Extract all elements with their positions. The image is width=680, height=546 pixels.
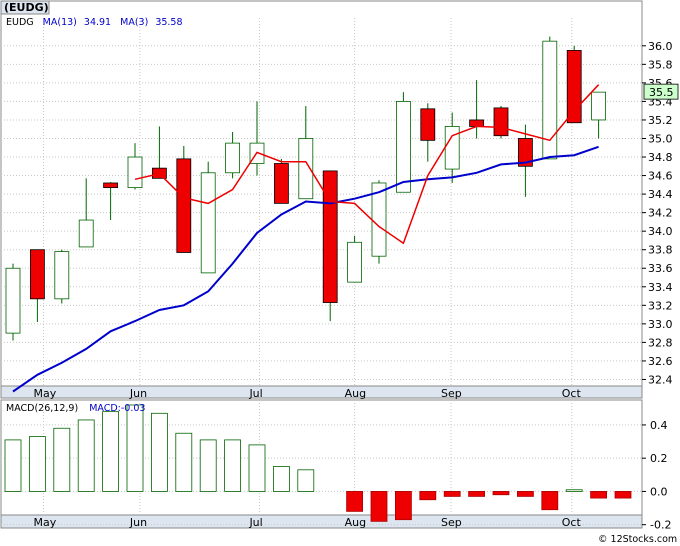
macd-bar-negative [614,491,632,499]
candle-up [5,267,21,334]
last-price-label: 35.5 [649,86,674,99]
macd-tick-label: 0.4 [650,419,668,432]
price-tick-label: 33.2 [648,299,673,312]
price-tick-label: 34.0 [648,225,673,238]
price-tick-label: 32.8 [648,336,673,349]
macd-legend-label: MACD [89,403,117,414]
macd-title: MACD(26,12,9) [6,403,78,414]
price-tick-label: 34.4 [648,188,673,201]
price-month-label: Aug [345,387,366,400]
candle-up [591,91,606,121]
candle-down [566,50,582,124]
macd-bar-positive [28,436,46,492]
macd-bar-positive [248,444,266,492]
candle-down [273,163,289,204]
macd-bar-positive [224,439,242,492]
macd-month-label: Jul [248,516,262,529]
macd-tick-label: 0.2 [650,452,668,465]
price-tick-label: 35.0 [648,132,673,145]
watermark: © 12Stocks.com [598,534,677,545]
legend-ma13-label: MA(13) [43,17,77,28]
price-tick-label: 35.2 [648,114,673,127]
price-x-axis-band [0,385,643,399]
candle-up [200,172,216,274]
macd-bar-positive [297,469,315,492]
price-tick-label: 34.8 [648,151,673,164]
macd-y-axis: 0.4 0.2 0.0 -0.2 [642,419,671,532]
candle-up [78,219,94,248]
candle-up [444,126,460,170]
last-price-marker: 35.5 [643,83,679,100]
candle-up [127,156,143,189]
macd-bar-positive [272,466,290,492]
legend-ma3-value: 35.58 [155,17,182,28]
macd-bar-negative [517,491,534,497]
macd-bar-negative [468,491,486,497]
candle-up [225,142,241,174]
price-tick-label: 36.0 [648,40,673,53]
price-legend: EUDG MA(13) 34.91 MA(3) 35.58 [6,17,183,28]
price-tick-label: 32.4 [648,373,673,386]
price-month-label: May [34,387,57,400]
macd-bar-negative [346,491,364,512]
macd-bar-positive [4,439,22,492]
candle-down [469,119,485,127]
price-tick-label: 33.8 [648,244,673,257]
macd-month-label: May [34,516,57,529]
macd-bar-negative [443,491,461,497]
macd-bar-positive [199,439,217,492]
candle-up [542,40,558,160]
legend-ma3-label: MA(3) [120,17,148,28]
macd-bar-positive [150,412,168,492]
candle-down [103,182,118,189]
macd-bar-negative [541,491,559,511]
macd-tick-label: -0.2 [650,519,671,532]
price-tick-label: 34.6 [648,170,673,183]
candle-down [493,107,509,137]
macd-bar-positive [53,427,71,492]
candle-up [395,101,411,193]
macd-bar-negative [590,491,607,499]
macd-x-axis-band [0,514,643,529]
macd-bar-positive [175,432,193,492]
price-month-label: Jun [129,387,147,400]
price-tick-label: 32.6 [648,355,673,368]
price-tick-label: 33.6 [648,262,673,275]
macd-bar-positive [102,411,119,492]
chart-title: (EUDG) [4,1,49,14]
candle-up [54,251,70,300]
price-month-label: Sep [441,387,462,400]
macd-bar-negative [394,491,412,521]
candle-down [420,108,436,141]
candle-down [29,249,45,300]
macd-legend: MACD(26,12,9) MACD:-0.03 [6,403,145,414]
price-month-label: Oct [562,387,582,400]
macd-bar-negative [370,491,388,522]
macd-bar-negative [419,491,437,501]
macd-bar-positive [565,489,583,492]
price-tick-label: 33.0 [648,318,673,331]
price-tick-label: 33.4 [648,281,673,294]
macd-bar-negative [492,491,510,496]
macd-bar-positive [126,404,144,492]
macd-legend-value: -0.03 [121,403,146,414]
candle-up [347,241,363,283]
stock-chart: 36.035.635.234.834.434.033.633.232.832.4… [0,0,679,545]
macd-month-label: Oct [562,516,582,529]
legend-ticker: EUDG [6,17,34,28]
legend-ma13-value: 34.91 [84,17,111,28]
candle-down [322,170,338,303]
macd-month-label: Aug [345,516,366,529]
macd-tick-label: 0.0 [650,485,668,498]
price-month-label: Jul [248,387,262,400]
price-tick-label: 34.2 [648,207,673,220]
macd-month-label: Jun [129,516,147,529]
candle-down [176,158,192,253]
macd-month-label: Sep [441,516,462,529]
price-tick-label: 35.8 [648,58,673,71]
macd-bar-positive [77,419,95,492]
